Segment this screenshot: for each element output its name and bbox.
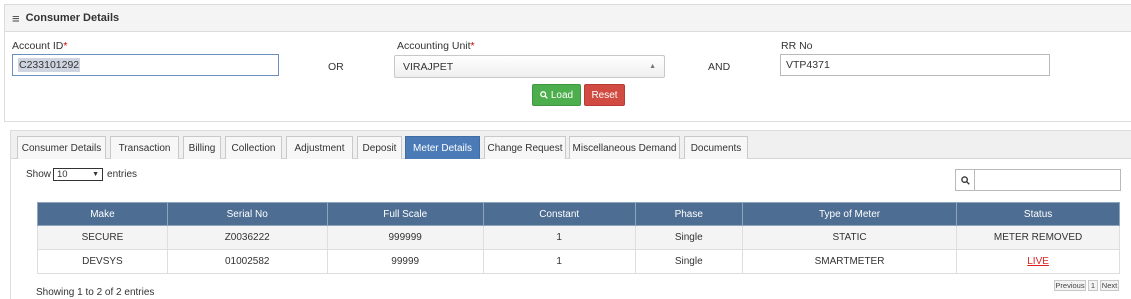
cell-make: SECURE [37,225,168,250]
rr-no-label: RR No [781,40,813,52]
column-header-phase[interactable]: Phase [634,202,743,226]
column-header-constant[interactable]: Constant [482,202,636,226]
table-row: SECURE Z0036222 999999 1 Single STATIC M… [37,225,1120,250]
rr-no-input[interactable]: VTP4371 [780,54,1050,76]
page-1-button[interactable]: 1 [1088,280,1098,291]
search-icon [540,91,548,99]
hamburger-menu-icon[interactable]: ≡ [12,12,20,25]
cell-make: DEVSYS [37,249,168,274]
page-length-value: 10 [57,169,68,180]
column-header-full-scale[interactable]: Full Scale [326,202,484,226]
cell-serial-no: Z0036222 [166,225,328,250]
cell-type-of-meter: SMARTMETER [741,249,958,274]
and-connector: AND [708,61,731,73]
next-page-button[interactable]: Next [1100,280,1119,291]
cell-status: METER REMOVED [956,225,1120,250]
meter-details-table: Make Serial No Full Scale Constant Phase… [37,202,1120,274]
cell-full-scale: 999999 [326,225,484,250]
reset-button[interactable]: Reset [584,84,625,106]
previous-page-button[interactable]: Previous [1054,280,1086,291]
panel-header: ≡ Consumer Details [5,5,1131,32]
cell-constant: 1 [482,249,636,274]
column-header-make[interactable]: Make [37,202,168,226]
accounting-unit-label: Accounting Unit* [397,40,475,52]
chevron-down-icon: ▼︎ [92,171,100,178]
tab-strip: Consumer Details Transaction Billing Col… [11,131,1131,159]
column-header-type-of-meter[interactable]: Type of Meter [741,202,958,226]
cell-phase: Single [634,249,743,274]
page-length-control: Show 10 ▼︎ entries [26,168,137,181]
reset-button-label: Reset [591,89,618,101]
column-header-serial-no[interactable]: Serial No [166,202,328,226]
or-connector: OR [328,61,344,73]
accounting-unit-select[interactable]: VIRAJPET ▲︎ [394,55,665,78]
entries-label: entries [107,169,138,180]
account-id-input[interactable]: C233101292 [12,54,279,76]
search-icon [956,170,975,190]
table-header-row: Make Serial No Full Scale Constant Phase… [37,202,1120,226]
tab-change-request[interactable]: Change Request [484,136,566,159]
account-id-label: Account ID* [12,40,68,52]
tab-adjustment[interactable]: Adjustment [286,136,353,159]
cell-phase: Single [634,225,743,250]
tab-consumer-details[interactable]: Consumer Details [17,136,106,159]
cell-type-of-meter: STATIC [741,225,958,250]
status-link-live[interactable]: LIVE [1027,256,1049,267]
panel-title: Consumer Details [25,12,120,24]
tab-meter-details[interactable]: Meter Details [405,136,480,159]
page-length-select[interactable]: 10 ▼︎ [53,168,104,181]
show-label: Show [26,169,52,180]
table-info: Showing 1 to 2 of 2 entries [36,287,155,298]
cell-full-scale: 99999 [326,249,484,274]
tab-miscellaneous-demand[interactable]: Miscellaneous Demand [569,136,680,159]
cell-serial-no: 01002582 [166,249,328,274]
tab-deposit[interactable]: Deposit [357,136,402,159]
search-input[interactable] [975,170,1120,190]
tab-transaction[interactable]: Transaction [110,136,179,159]
table-search [955,169,1121,191]
dropdown-caret-icon: ▲︎ [649,63,656,70]
column-header-status[interactable]: Status [956,202,1120,226]
cell-status: LIVE [956,249,1120,274]
cell-constant: 1 [482,225,636,250]
tab-collection[interactable]: Collection [225,136,282,159]
load-button[interactable]: Load [532,84,581,106]
accounting-unit-value: VIRAJPET [403,60,454,73]
tab-billing[interactable]: Billing [183,136,221,159]
table-row: DEVSYS 01002582 99999 1 Single SMARTMETE… [37,249,1120,274]
load-button-label: Load [550,89,574,101]
tab-documents[interactable]: Documents [684,136,748,159]
